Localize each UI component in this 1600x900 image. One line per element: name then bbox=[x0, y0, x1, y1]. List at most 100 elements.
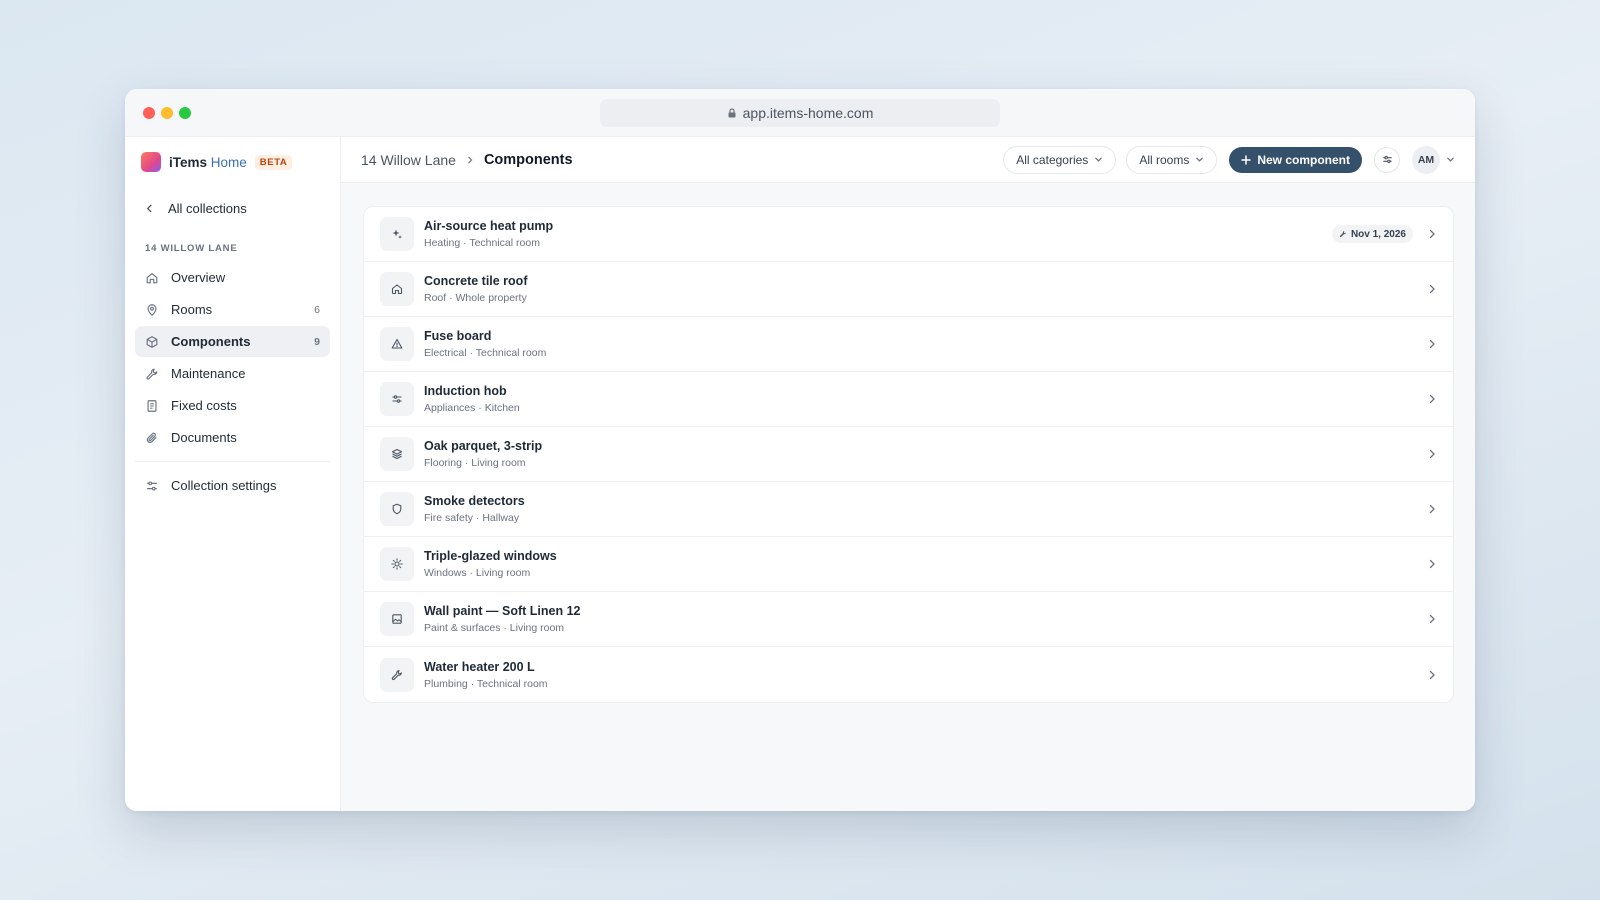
room-filter-dropdown[interactable]: All rooms bbox=[1126, 145, 1218, 174]
component-icon-box bbox=[380, 657, 414, 692]
minimize-window-button[interactable] bbox=[161, 107, 173, 119]
sidebar-item-components[interactable]: Components 9 bbox=[135, 326, 330, 357]
brand-name: iTems Home bbox=[169, 154, 247, 170]
component-subtitle: Paint & surfaces · Living room bbox=[424, 622, 565, 634]
sun-icon bbox=[391, 558, 403, 570]
collection-section-label: 14 WILLOW LANE bbox=[145, 243, 238, 254]
sidebar-item-label: Fixed costs bbox=[171, 398, 237, 413]
component-icon-box bbox=[380, 437, 414, 471]
sidebar-item-maintenance[interactable]: Maintenance bbox=[135, 358, 330, 389]
component-title: Smoke detectors bbox=[424, 494, 525, 508]
sidebar: iTems Home BETA All collections 14 WILLO… bbox=[125, 137, 341, 811]
chevron-down-icon bbox=[1447, 157, 1454, 162]
pin-icon bbox=[147, 303, 157, 316]
wrench-icon bbox=[391, 669, 402, 680]
warning-icon bbox=[391, 338, 403, 349]
chevron-right-icon bbox=[1429, 670, 1435, 679]
maximize-window-button[interactable] bbox=[179, 107, 191, 119]
components-list: Air-source heat pump Heating · Technical… bbox=[363, 206, 1454, 703]
avatar: AM bbox=[1412, 145, 1440, 174]
component-title: Fuse board bbox=[424, 329, 492, 343]
chevron-right-icon bbox=[1429, 229, 1435, 239]
shield-icon bbox=[392, 503, 402, 515]
component-subtitle: Plumbing · Technical room bbox=[424, 677, 548, 690]
sidebar-item-label: Components bbox=[171, 334, 251, 349]
chevron-right-icon bbox=[468, 156, 473, 163]
cube-icon bbox=[146, 335, 158, 348]
sidebar-divider bbox=[135, 461, 330, 462]
sidebar-item-fixed-costs[interactable]: Fixed costs bbox=[135, 390, 330, 421]
component-row-triple-glazed-windows[interactable]: Triple-glazed windows Windows · Living r… bbox=[364, 537, 1453, 592]
sliders-icon bbox=[1382, 155, 1392, 164]
all-collections-label: All collections bbox=[168, 200, 247, 216]
room-filter-label: All rooms bbox=[1139, 152, 1190, 167]
top-bar: 14 Willow Lane Components All categories… bbox=[341, 137, 1475, 183]
chevron-right-icon bbox=[1429, 284, 1435, 294]
sliders-icon bbox=[392, 395, 402, 403]
sidebar-item-documents[interactable]: Documents bbox=[135, 422, 330, 453]
component-subtitle: Electrical · Technical room bbox=[424, 347, 547, 359]
chevron-right-icon bbox=[1429, 339, 1435, 349]
all-collections-link[interactable]: All collections bbox=[135, 197, 330, 219]
component-icon-box bbox=[380, 217, 414, 251]
breadcrumb-parent[interactable]: 14 Willow Lane bbox=[361, 152, 456, 168]
home-icon bbox=[146, 272, 158, 283]
component-icon-box bbox=[380, 602, 414, 636]
image-icon bbox=[392, 614, 402, 624]
component-title: Oak parquet, 3-strip bbox=[424, 439, 543, 453]
component-row-smoke-detectors[interactable]: Smoke detectors Fire safety · Hallway bbox=[364, 482, 1453, 537]
component-row-concrete-tile-roof[interactable]: Concrete tile roof Roof · Whole property bbox=[364, 262, 1453, 317]
plus-icon bbox=[1241, 154, 1252, 165]
component-title: Air-source heat pump bbox=[424, 219, 554, 233]
component-subtitle: Roof · Whole property bbox=[424, 292, 527, 304]
component-subtitle: Appliances · Kitchen bbox=[424, 402, 520, 414]
component-subtitle: Flooring · Living room bbox=[424, 457, 526, 469]
sidebar-item-overview[interactable]: Overview bbox=[135, 262, 330, 293]
close-window-button[interactable] bbox=[143, 107, 155, 119]
component-icon-box bbox=[380, 272, 414, 306]
new-component-label: New component bbox=[1257, 152, 1350, 167]
paperclip-icon bbox=[146, 432, 157, 443]
sidebar-item-label: Collection settings bbox=[171, 478, 277, 493]
sidebar-item-rooms[interactable]: Rooms 6 bbox=[135, 294, 330, 325]
category-filter-dropdown[interactable]: All categories bbox=[1003, 145, 1117, 174]
brand[interactable]: iTems Home BETA bbox=[135, 151, 330, 173]
url-text: app.items-home.com bbox=[742, 105, 874, 121]
account-menu[interactable]: AM bbox=[1412, 145, 1455, 174]
sidebar-item-label: Maintenance bbox=[171, 366, 246, 381]
chevron-down-icon bbox=[1095, 157, 1103, 162]
receipt-icon bbox=[147, 399, 157, 412]
sparkle-icon bbox=[392, 229, 402, 239]
component-row-fuse-board[interactable]: Fuse board Electrical · Technical room bbox=[364, 317, 1453, 372]
component-title: Triple-glazed windows bbox=[424, 549, 557, 563]
layers-icon bbox=[391, 448, 403, 460]
component-subtitle: Windows · Living room bbox=[424, 567, 531, 579]
beta-badge: BETA bbox=[254, 154, 293, 170]
new-component-button[interactable]: New component bbox=[1229, 146, 1362, 173]
lock-icon bbox=[728, 108, 736, 118]
chevron-right-icon bbox=[1429, 559, 1435, 569]
browser-titlebar: app.items-home.com bbox=[125, 89, 1475, 137]
sidebar-item-label: Documents bbox=[171, 430, 237, 445]
chevron-right-icon bbox=[1429, 614, 1435, 624]
component-row-wall-paint[interactable]: Wall paint — Soft Linen 12 Paint & surfa… bbox=[364, 592, 1453, 647]
sidebar-item-label: Overview bbox=[171, 270, 226, 285]
component-row-air-source-heat-pump[interactable]: Air-source heat pump Heating · Technical… bbox=[364, 207, 1453, 262]
wrench-icon bbox=[1339, 230, 1346, 238]
chevron-right-icon bbox=[1429, 394, 1435, 404]
component-icon-box bbox=[380, 547, 414, 581]
component-row-water-heater[interactable]: Water heater 200 L Plumbing · Technical … bbox=[364, 647, 1453, 702]
sidebar-item-collection-settings[interactable]: Collection settings bbox=[135, 470, 330, 501]
browser-window: app.items-home.com iTems Home BETA All c… bbox=[125, 89, 1475, 811]
view-options-button[interactable] bbox=[1374, 146, 1400, 173]
chevron-right-icon bbox=[1429, 449, 1435, 459]
address-bar[interactable]: app.items-home.com bbox=[600, 99, 1000, 127]
chevron-down-icon bbox=[1196, 157, 1204, 162]
component-row-induction-hob[interactable]: Induction hob Appliances · Kitchen bbox=[364, 372, 1453, 427]
page-title: Components bbox=[483, 151, 573, 168]
window-controls bbox=[143, 107, 191, 119]
sidebar-item-count: 6 bbox=[314, 303, 320, 316]
component-row-oak-parquet[interactable]: Oak parquet, 3-strip Flooring · Living r… bbox=[364, 427, 1453, 482]
breadcrumb: 14 Willow Lane Components bbox=[361, 152, 993, 168]
main-content: 14 Willow Lane Components All categories… bbox=[341, 137, 1475, 811]
